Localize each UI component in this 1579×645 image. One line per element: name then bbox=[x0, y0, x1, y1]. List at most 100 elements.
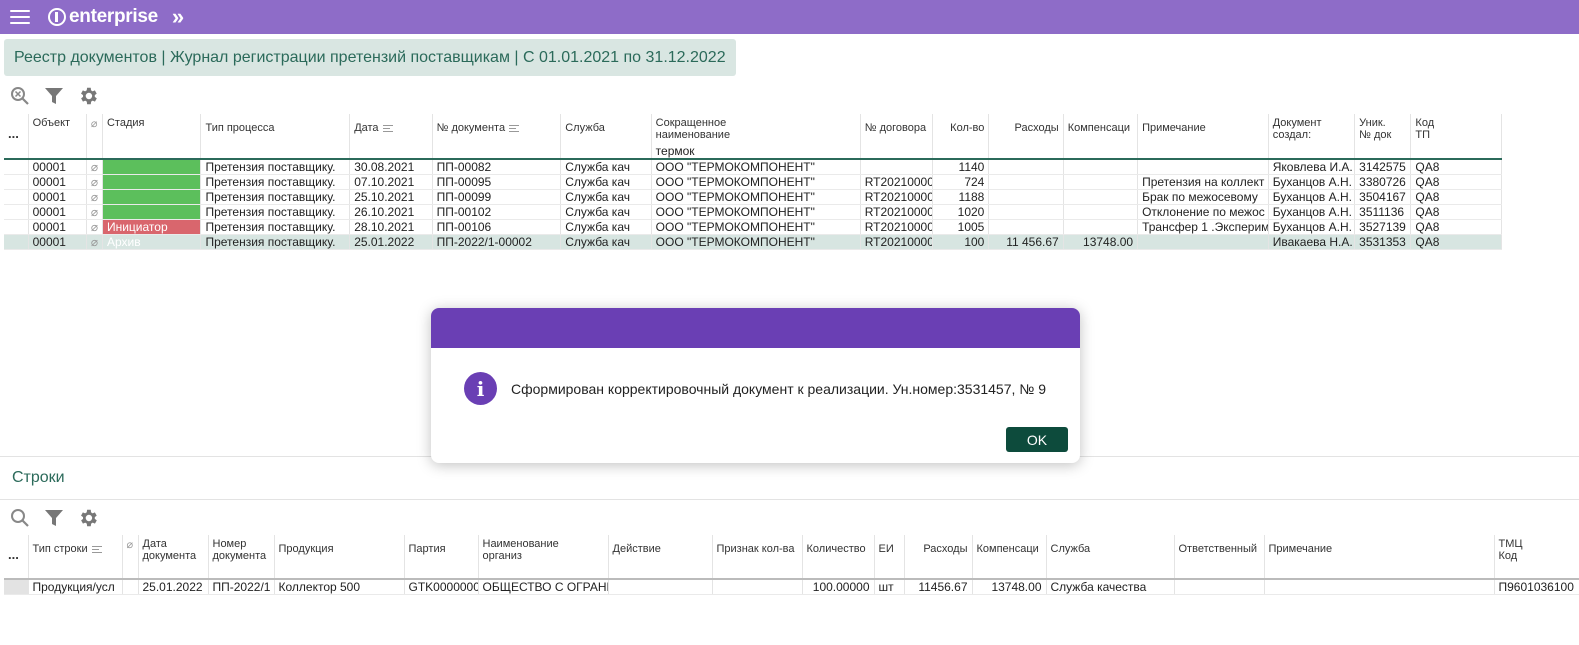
col-date[interactable]: Дата bbox=[349, 114, 433, 144]
col-batch[interactable]: Партия bbox=[404, 535, 479, 565]
top-bar: enterprise » bbox=[0, 0, 1579, 34]
table-row[interactable]: Продукция/усл 25.01.2022 ПП-2022/1 Колле… bbox=[4, 579, 1579, 595]
filter-icon[interactable] bbox=[42, 506, 66, 530]
col-service[interactable]: Служба bbox=[1046, 535, 1175, 565]
cell-unique: 3531353 bbox=[1354, 234, 1412, 250]
cell-process-type: Претензия поставщику. bbox=[200, 234, 351, 250]
cell-row-type: Продукция/усл bbox=[28, 579, 123, 595]
col-unit[interactable]: ЕИ bbox=[874, 535, 905, 565]
sort-icon[interactable] bbox=[91, 545, 102, 553]
filter-row: термок bbox=[4, 144, 1502, 160]
cell-compensation: 13748.00 bbox=[972, 579, 1047, 595]
cell-process-type: Претензия поставщику. bbox=[200, 174, 351, 190]
col-unique-line2: № док bbox=[1359, 129, 1392, 141]
row-marker bbox=[4, 219, 29, 235]
col-service[interactable]: Служба bbox=[560, 114, 652, 144]
cell-compensation bbox=[1063, 204, 1139, 220]
cell-doc-no: ПП-2022/1-00002 bbox=[432, 234, 562, 250]
col-creator[interactable]: Документ создал: bbox=[1268, 114, 1356, 144]
cell-contract: RT20210000 bbox=[860, 189, 934, 205]
col-contract[interactable]: № договора bbox=[860, 114, 934, 144]
cell-contract: RT20210000 bbox=[860, 234, 934, 250]
cell-stage: Архив bbox=[102, 234, 202, 250]
more-columns-button[interactable]: ... bbox=[4, 114, 29, 144]
brand-name: enterprise bbox=[69, 6, 158, 27]
filter-icon[interactable] bbox=[42, 84, 66, 108]
menu-icon[interactable] bbox=[10, 10, 30, 24]
cell-doc-no: ПП-2022/1 bbox=[208, 579, 275, 595]
col-doc-no-line1: Номер bbox=[212, 538, 247, 550]
page-title: Реестр документов | Журнал регистрации п… bbox=[4, 39, 736, 76]
cell-stage bbox=[102, 174, 202, 190]
settings-gear-icon[interactable] bbox=[76, 84, 100, 108]
col-unique-line1: Уник. bbox=[1359, 117, 1386, 129]
lines-toolbar bbox=[8, 506, 100, 530]
col-org-line2: организ bbox=[482, 550, 522, 562]
col-org-line1: Наименование bbox=[482, 538, 559, 550]
col-object[interactable]: Объект bbox=[28, 114, 87, 144]
cell-qty: 1020 bbox=[932, 204, 990, 220]
col-doc-no[interactable]: № документа bbox=[432, 114, 562, 144]
cell-code: QA8 bbox=[1410, 159, 1502, 175]
name-filter-input[interactable]: термок bbox=[651, 144, 861, 160]
col-process-type[interactable]: Тип процесса bbox=[200, 114, 351, 144]
documents-grid: ... Объект ⌀ Стадия Тип процесса Дата № … bbox=[4, 114, 1502, 250]
col-product[interactable]: Продукция bbox=[274, 535, 405, 565]
cell-creator: Буханцов А.Н. bbox=[1268, 174, 1356, 190]
col-qty-flag[interactable]: Признак кол-ва bbox=[712, 535, 803, 565]
col-stage[interactable]: Стадия bbox=[102, 114, 202, 144]
attachment-icon: ⌀ bbox=[86, 219, 103, 235]
col-qty[interactable]: Кол-во bbox=[932, 114, 990, 144]
sort-icon[interactable] bbox=[382, 124, 393, 132]
col-compensation[interactable]: Компенсаци bbox=[1063, 114, 1139, 144]
search-icon[interactable] bbox=[8, 506, 32, 530]
table-row[interactable]: 00001 ⌀ Претензия поставщику. 30.08.2021 ПП-… bbox=[4, 159, 1502, 175]
cell-expenses bbox=[988, 219, 1064, 235]
col-doc-no[interactable]: Номер документа bbox=[208, 535, 275, 565]
table-row[interactable]: 00001 ⌀ Инициатор Претензия поставщику. 28.1… bbox=[4, 219, 1502, 235]
expand-double-chevron-icon[interactable]: » bbox=[172, 4, 184, 30]
cell-stage bbox=[102, 204, 202, 220]
col-quantity[interactable]: Количество bbox=[802, 535, 875, 565]
col-action[interactable]: Действие bbox=[608, 535, 713, 565]
col-row-type[interactable]: Тип строки bbox=[28, 535, 123, 565]
cell-unique: 3504167 bbox=[1354, 189, 1412, 205]
table-row[interactable]: 00001 ⌀ Претензия поставщику. 26.10.2021 ПП-… bbox=[4, 204, 1502, 220]
logo: enterprise bbox=[48, 6, 158, 28]
row-marker bbox=[4, 174, 29, 190]
table-row[interactable]: 00001 ⌀ Архив Претензия поставщику. 25.01.20… bbox=[4, 234, 1502, 250]
col-note[interactable]: Примечание bbox=[1137, 114, 1269, 144]
col-doc-date[interactable]: Дата документа bbox=[138, 535, 209, 565]
col-unique[interactable]: Уник. № док bbox=[1354, 114, 1412, 144]
attachment-icon: ⌀ bbox=[86, 114, 103, 144]
table-row[interactable]: 00001 ⌀ Претензия поставщику. 07.10.2021 ПП-… bbox=[4, 174, 1502, 190]
clear-search-icon[interactable] bbox=[8, 84, 32, 108]
cell-quantity: 100.00000 bbox=[802, 579, 875, 595]
cell-creator: Яковлева И.А. bbox=[1268, 159, 1356, 175]
ok-button[interactable]: OK bbox=[1006, 427, 1068, 452]
col-responsible[interactable]: Ответственный bbox=[1174, 535, 1265, 565]
col-tmc[interactable]: ТМЦ Код bbox=[1494, 535, 1579, 565]
col-expenses[interactable]: Расходы bbox=[988, 114, 1064, 144]
col-expenses[interactable]: Расходы bbox=[904, 535, 973, 565]
top-toolbar bbox=[8, 84, 100, 108]
cell-date: 26.10.2021 bbox=[349, 204, 433, 220]
cell-qty: 1140 bbox=[932, 159, 990, 175]
col-org[interactable]: Наименование организ bbox=[478, 535, 609, 565]
settings-gear-icon[interactable] bbox=[76, 506, 100, 530]
sort-icon[interactable] bbox=[509, 124, 520, 132]
col-code[interactable]: Код ТП bbox=[1410, 114, 1502, 144]
cell-creator: Буханцов А.Н. bbox=[1268, 219, 1356, 235]
section-title-divider bbox=[0, 499, 1579, 500]
cell-date: 30.08.2021 bbox=[349, 159, 433, 175]
table-row[interactable]: 00001 ⌀ Претензия поставщику. 25.10.2021 ПП-… bbox=[4, 189, 1502, 205]
col-short-name[interactable]: Сокращенное наименование bbox=[651, 114, 861, 144]
cell-product: Коллектор 500 bbox=[274, 579, 405, 595]
col-compensation[interactable]: Компенсаци bbox=[972, 535, 1047, 565]
more-columns-button[interactable]: ... bbox=[4, 535, 29, 565]
cell-expenses bbox=[988, 204, 1064, 220]
col-note[interactable]: Примечание bbox=[1264, 535, 1495, 565]
cell-code: QA8 bbox=[1410, 204, 1502, 220]
cell-process-type: Претензия поставщику. bbox=[200, 159, 351, 175]
cell-attachment bbox=[122, 579, 139, 595]
